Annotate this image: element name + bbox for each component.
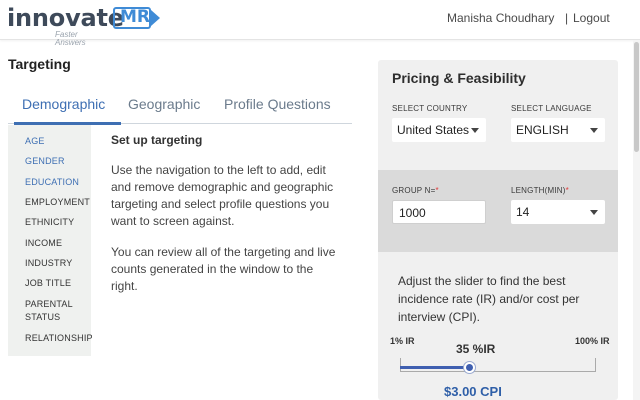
scrollbar-thumb[interactable]: [634, 42, 639, 152]
tab-geographic[interactable]: Geographic: [128, 96, 200, 112]
page-title: Targeting: [8, 56, 71, 72]
category-employment[interactable]: EMPLOYMENT: [25, 196, 90, 209]
required-marker: *: [565, 186, 569, 195]
ir-min-label: 1% IR: [390, 336, 415, 346]
chevron-down-icon: [471, 128, 479, 133]
panel-title: Pricing & Feasibility: [392, 70, 526, 86]
cpi-value: $3.00 CPI: [444, 384, 502, 399]
ir-current-value: 35 %IR: [456, 342, 496, 356]
required-marker: *: [435, 186, 439, 195]
group-size-value: 1000: [399, 206, 426, 220]
group-size-label: GROUP N=*: [392, 186, 439, 195]
language-label: SELECT LANGUAGE: [511, 104, 592, 113]
category-list: AGE GENDER EDUCATION EMPLOYMENT ETHNICIT…: [8, 125, 93, 356]
logo-wordmark: innovate: [7, 4, 124, 32]
pricing-feasibility-panel: Pricing & Feasibility SELECT COUNTRY Uni…: [378, 60, 618, 400]
setup-title: Set up targeting: [111, 133, 203, 147]
user-name: Manisha Choudhary: [447, 11, 555, 25]
language-select[interactable]: ENGLISH: [511, 118, 605, 142]
ir-slider-track[interactable]: [400, 358, 596, 372]
category-industry[interactable]: INDUSTRY: [25, 257, 72, 270]
category-income[interactable]: INCOME: [25, 237, 62, 250]
category-ethnicity[interactable]: ETHNICITY: [25, 216, 74, 229]
chevron-down-icon: [590, 128, 598, 133]
category-parental-status[interactable]: STATUS: [25, 311, 60, 324]
tab-demographic[interactable]: Demographic: [22, 96, 105, 112]
logo-badge: MR: [113, 7, 163, 29]
length-value: 14: [516, 205, 530, 219]
country-label: SELECT COUNTRY: [392, 104, 468, 113]
ir-slider-fill: [400, 366, 469, 369]
ir-max-label: 100% IR: [575, 336, 610, 346]
country-select[interactable]: United States: [392, 118, 486, 142]
category-education[interactable]: EDUCATION: [25, 176, 79, 189]
slider-instructions: Adjust the slider to find the best incid…: [398, 274, 580, 324]
category-relationship[interactable]: RELATIONSHIP: [25, 332, 93, 345]
category-parental[interactable]: PARENTAL: [25, 298, 73, 311]
group-size-label-text: GROUP N=: [392, 186, 436, 195]
length-label: LENGTH(MIN)*: [511, 186, 569, 195]
category-gender[interactable]: GENDER: [25, 155, 65, 168]
logout-link[interactable]: Logout: [573, 11, 610, 25]
targeting-tabs: Demographic Geographic Profile Questions: [8, 90, 352, 125]
logo-tagline: Faster Answers: [55, 30, 86, 47]
logo-badge-arrow-icon: [151, 10, 160, 26]
length-select[interactable]: 14: [511, 200, 605, 224]
header-separator: |: [565, 11, 569, 25]
ir-slider-handle[interactable]: [463, 362, 475, 373]
tab-profile-questions[interactable]: Profile Questions: [224, 96, 331, 112]
language-value: ENGLISH: [516, 123, 569, 137]
length-label-text: LENGTH(MIN): [511, 186, 566, 195]
setup-review-note: You can review all of the targeting and …: [111, 245, 336, 293]
category-age[interactable]: AGE: [25, 135, 45, 148]
setup-instructions: Use the navigation to the left to add, e…: [111, 163, 334, 228]
category-job-title[interactable]: JOB TITLE: [25, 277, 71, 290]
app-header: innovate MR Faster Answers Manisha Choud…: [0, 0, 640, 47]
logo-badge-text: MR: [120, 7, 151, 27]
page-scrollbar[interactable]: [633, 40, 640, 400]
country-value: United States: [397, 123, 470, 137]
chevron-down-icon: [590, 210, 598, 215]
group-size-input[interactable]: 1000: [392, 200, 486, 224]
